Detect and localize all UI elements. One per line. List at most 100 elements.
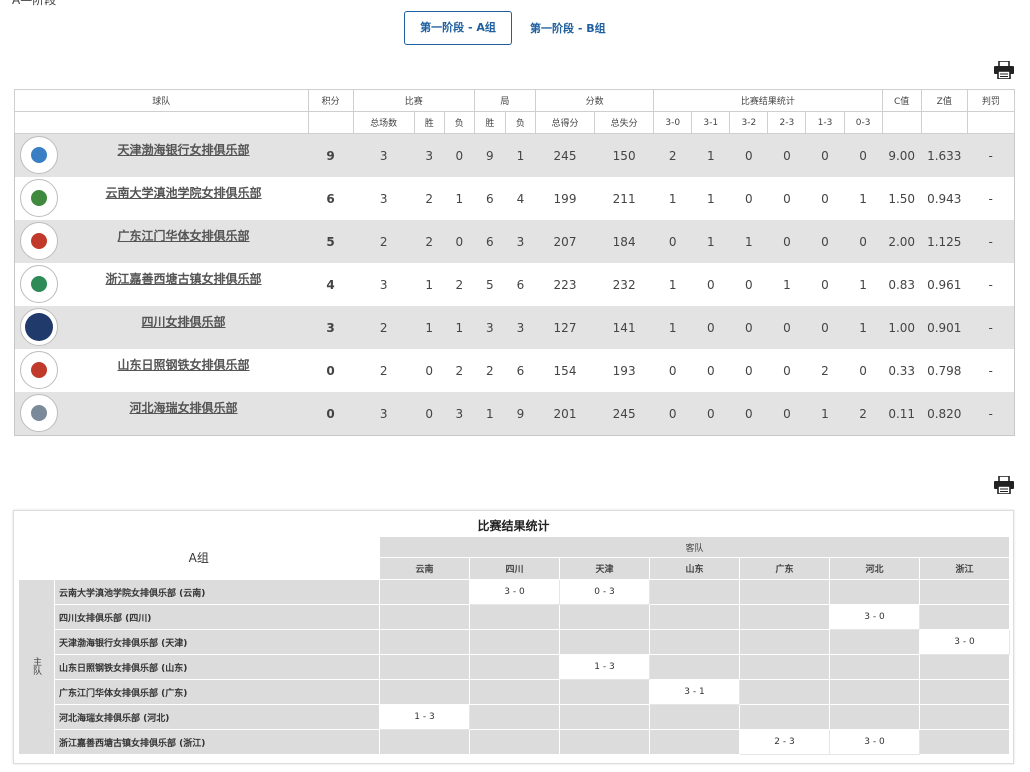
matrix-empty-cell	[739, 629, 830, 655]
cell-result-3-1: 1	[691, 133, 730, 177]
matrix-empty-cell	[829, 679, 920, 705]
cell-z-value: 0.961	[921, 263, 968, 306]
cell-result-3-2: 1	[729, 220, 768, 263]
team-name-link[interactable]: 云南大学滇池学院女排俱乐部	[15, 184, 308, 201]
matrix-title: 比赛结果统计	[477, 519, 550, 533]
team-name-link[interactable]: 四川女排俱乐部	[15, 313, 308, 330]
matrix-result-cell[interactable]: 2 - 3	[739, 729, 830, 755]
matrix-empty-cell	[379, 679, 470, 705]
header-penalty: 判罚	[966, 89, 1016, 112]
subheader-3-1: 3-1	[691, 111, 731, 134]
team-cell: 浙江嘉善西塘古镇女排俱乐部	[14, 263, 309, 306]
matrix-empty-cell	[919, 729, 1010, 755]
cell-played: 3	[353, 263, 415, 306]
cell-lost: 2	[444, 263, 475, 306]
cell-points: 0	[308, 392, 354, 436]
matrix-empty-cell	[829, 579, 920, 605]
matrix-host-text: 主队	[31, 656, 41, 675]
matrix-empty-cell	[559, 604, 650, 630]
cell-result-3-0: 1	[653, 263, 692, 306]
cell-points: 9	[308, 133, 354, 177]
team-logo	[20, 265, 58, 303]
matrix-empty-cell	[919, 654, 1010, 680]
team-name-link[interactable]: 天津渤海银行女排俱乐部	[15, 141, 308, 158]
matrix-column-header: 云南	[379, 557, 470, 580]
subheader-0-3: 0-3	[843, 111, 883, 134]
cell-sets-lost: 9	[505, 392, 536, 436]
standings-row: 云南大学滇池学院女排俱乐部 6 3 2 1 6 4 199 211 1 1 0 0 0 1 1.50 0.943…	[14, 177, 1015, 220]
matrix-empty-cell	[469, 604, 560, 630]
cell-sets-lost: 1	[505, 133, 536, 177]
matrix-group-label: A组	[18, 536, 380, 580]
cell-penalty: -	[967, 133, 1015, 177]
matrix-row-team: 广东江门华体女排俱乐部 (广东)	[54, 679, 380, 705]
matrix-empty-cell	[469, 629, 560, 655]
team-logo	[20, 222, 58, 260]
team-cell: 四川女排俱乐部	[14, 306, 309, 349]
team-logo-mark	[31, 190, 47, 206]
header-matches: 比赛	[352, 89, 475, 112]
tab-stage1-group-a[interactable]: 第一阶段 - A组	[404, 11, 512, 45]
subheader-sets-lost: 负	[504, 111, 536, 134]
cell-lost: 1	[444, 177, 475, 220]
cell-won: 3	[414, 133, 445, 177]
matrix-empty-cell	[379, 604, 470, 630]
cell-result-2-3: 0	[767, 392, 806, 436]
matrix-result-cell[interactable]: 3 - 1	[649, 679, 740, 705]
cell-z-value: 1.633	[921, 133, 968, 177]
cell-result-0-3: 1	[844, 263, 883, 306]
matrix-empty-cell	[649, 704, 740, 730]
cell-points-against: 141	[594, 306, 654, 349]
team-name-link[interactable]: 河北海瑞女排俱乐部	[15, 399, 308, 416]
matrix-result-cell[interactable]: 3 - 0	[829, 729, 920, 755]
cell-result-2-3: 0	[767, 306, 806, 349]
cell-result-1-3: 1	[805, 392, 844, 436]
page-heading-fragment: A—阶段	[12, 0, 57, 7]
matrix-result-cell[interactable]: 1 - 3	[379, 704, 470, 730]
header-c-value: C值	[881, 89, 922, 112]
team-name-link[interactable]: 山东日照钢铁女排俱乐部	[15, 356, 308, 373]
cell-penalty: -	[967, 177, 1015, 220]
stage-tabs: 第一阶段 - A组 第一阶段 - B组	[404, 11, 606, 45]
team-cell: 河北海瑞女排俱乐部	[14, 392, 309, 436]
cell-result-0-3: 1	[844, 177, 883, 220]
matrix-row-team: 云南大学滇池学院女排俱乐部 (云南)	[54, 579, 380, 605]
team-logo	[20, 394, 58, 432]
header-z-value: Z值	[920, 89, 968, 112]
team-logo	[20, 136, 58, 174]
matrix-result-cell[interactable]: 3 - 0	[829, 604, 920, 630]
cell-result-3-1: 1	[691, 220, 730, 263]
cell-result-3-2: 0	[729, 133, 768, 177]
matrix-row-team: 四川女排俱乐部 (四川)	[54, 604, 380, 630]
team-cell: 广东江门华体女排俱乐部	[14, 220, 309, 263]
cell-lost: 3	[444, 392, 475, 436]
matrix-empty-cell	[739, 654, 830, 680]
cell-result-3-1: 1	[691, 177, 730, 220]
cell-played: 2	[353, 349, 415, 392]
team-name-link[interactable]: 广东江门华体女排俱乐部	[15, 227, 308, 244]
team-name-link[interactable]: 浙江嘉善西塘古镇女排俱乐部	[15, 270, 308, 287]
cell-sets-won: 3	[474, 306, 506, 349]
cell-played: 3	[353, 133, 415, 177]
cell-sets-won: 9	[474, 133, 506, 177]
subheader-won: 胜	[413, 111, 445, 134]
cell-sets-lost: 6	[505, 349, 536, 392]
matrix-row: 天津渤海银行女排俱乐部 (天津) 3 - 0	[19, 629, 1010, 655]
standings-row: 天津渤海银行女排俱乐部 9 3 3 0 9 1 245 150 2 1 0 0 0 0 9.00 1.633-	[14, 133, 1015, 177]
subheader-points-for: 总得分	[534, 111, 596, 134]
cell-penalty: -	[967, 263, 1015, 306]
matrix-result-cell[interactable]: 0 - 3	[559, 579, 650, 605]
matrix-result-cell[interactable]: 1 - 3	[559, 654, 650, 680]
cell-c-value: 0.83	[882, 263, 922, 306]
cell-points-against: 184	[594, 220, 654, 263]
subheader-sets-won: 胜	[473, 111, 506, 134]
cell-played: 2	[353, 306, 415, 349]
matrix-result-cell[interactable]: 3 - 0	[469, 579, 560, 605]
printer-icon[interactable]	[994, 476, 1014, 494]
matrix-empty-cell	[379, 654, 470, 680]
cell-result-2-3: 0	[767, 220, 806, 263]
matrix-result-cell[interactable]: 3 - 0	[919, 629, 1010, 655]
results-matrix: A组 客队 云南 四川 天津 山东 广东 河北 浙江 主队 云南大学滇池学院女排俱乐部 (云南…	[18, 536, 1010, 755]
tab-stage1-group-b[interactable]: 第一阶段 - B组	[530, 20, 606, 36]
printer-icon[interactable]	[994, 61, 1014, 79]
